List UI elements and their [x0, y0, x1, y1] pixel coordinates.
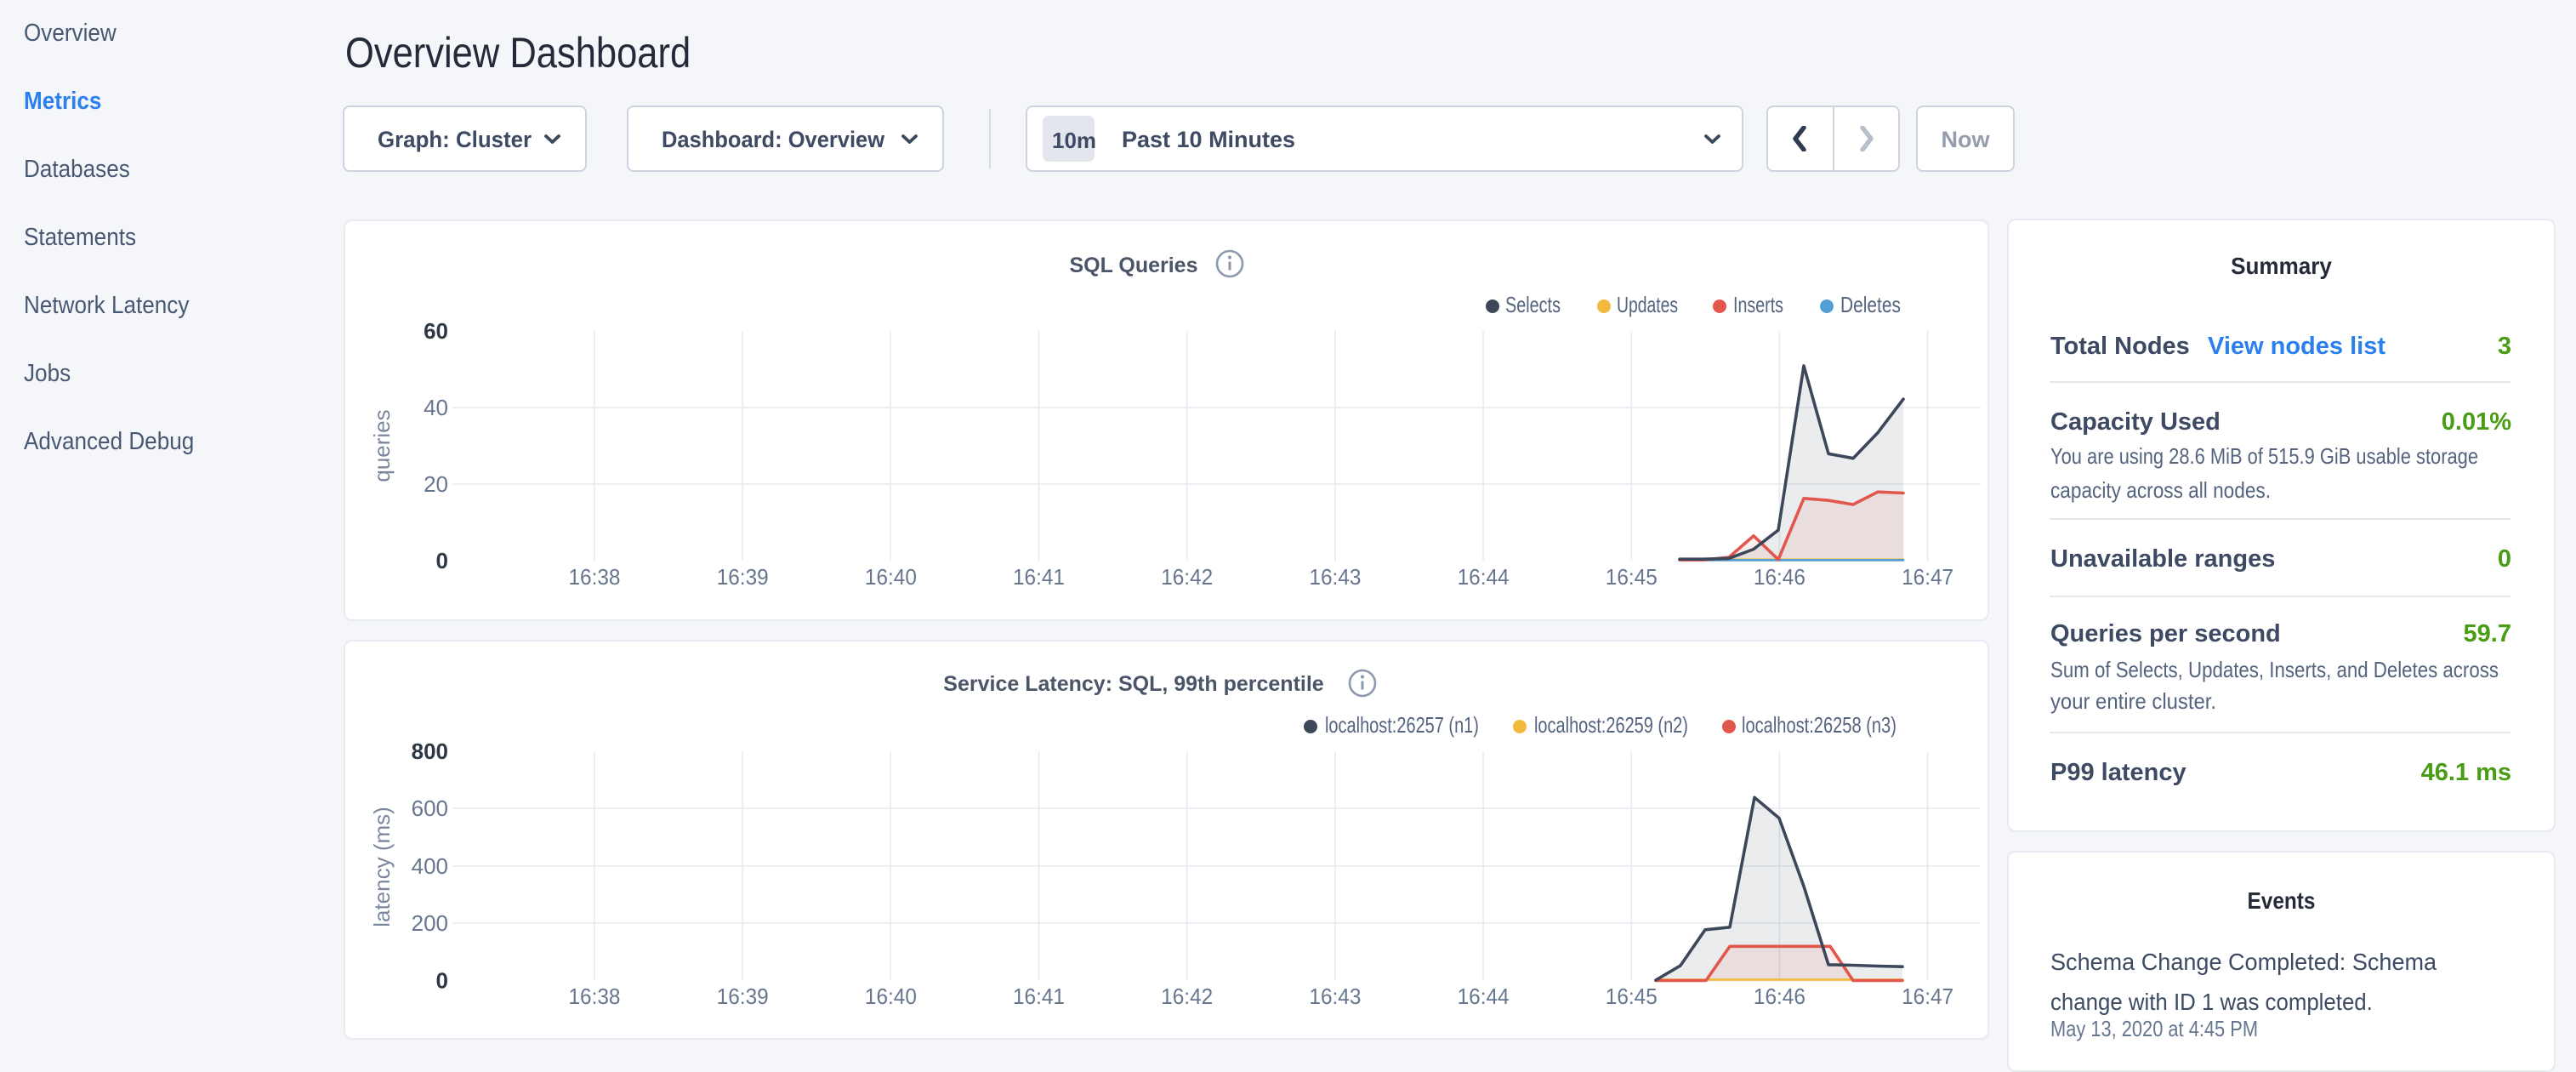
svg-text:0: 0 [436, 968, 448, 994]
svg-text:16:43: 16:43 [1309, 564, 1361, 590]
svg-text:16:47: 16:47 [1902, 564, 1953, 590]
svg-text:0: 0 [436, 548, 448, 573]
svg-text:20: 20 [424, 471, 448, 497]
svg-text:16:45: 16:45 [1606, 984, 1658, 1009]
svg-text:16:47: 16:47 [1902, 984, 1953, 1009]
svg-text:400: 400 [412, 853, 448, 879]
svg-text:16:41: 16:41 [1013, 984, 1065, 1009]
svg-text:16:43: 16:43 [1309, 984, 1361, 1009]
svg-text:16:44: 16:44 [1458, 564, 1510, 590]
svg-text:16:38: 16:38 [569, 984, 621, 1009]
svg-text:16:40: 16:40 [865, 564, 917, 590]
svg-text:16:40: 16:40 [865, 984, 917, 1009]
svg-text:40: 40 [424, 395, 448, 420]
svg-text:200: 200 [412, 910, 448, 936]
svg-text:16:39: 16:39 [717, 984, 769, 1009]
svg-text:16:39: 16:39 [717, 564, 769, 590]
svg-text:16:46: 16:46 [1754, 984, 1805, 1009]
svg-text:16:42: 16:42 [1161, 564, 1213, 590]
svg-text:16:46: 16:46 [1754, 564, 1805, 590]
svg-text:16:41: 16:41 [1013, 564, 1065, 590]
svg-text:16:42: 16:42 [1161, 984, 1213, 1009]
svg-text:16:44: 16:44 [1458, 984, 1510, 1009]
svg-text:60: 60 [424, 318, 448, 344]
svg-text:queries: queries [369, 409, 395, 482]
svg-text:16:45: 16:45 [1606, 564, 1658, 590]
svg-text:latency (ms): latency (ms) [369, 807, 395, 927]
svg-text:16:38: 16:38 [569, 564, 621, 590]
svg-text:800: 800 [412, 738, 448, 764]
svg-text:600: 600 [412, 795, 448, 821]
